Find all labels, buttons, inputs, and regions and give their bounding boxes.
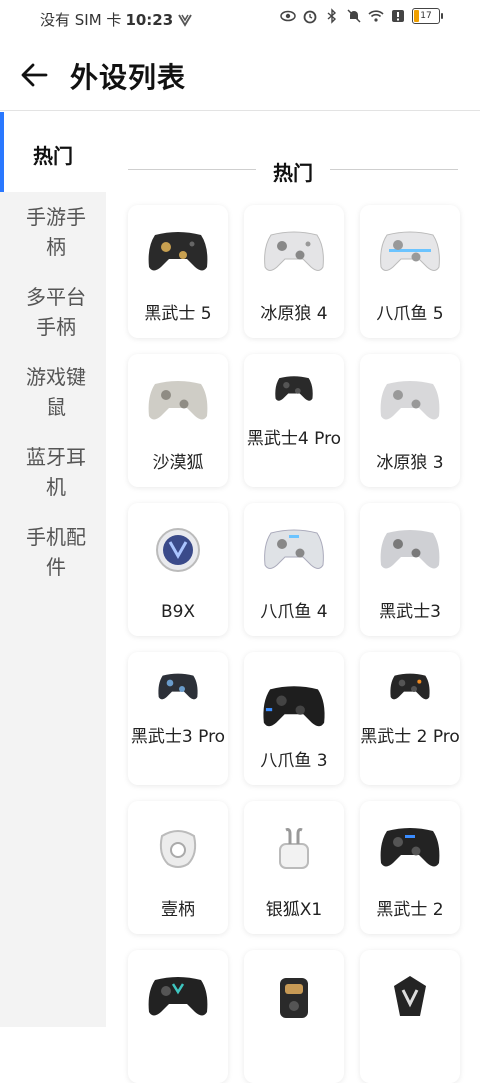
phone-grip-icon: [280, 978, 308, 1018]
product-name: 八爪鱼 4: [260, 602, 328, 622]
controller-black-gold-icon: [148, 232, 208, 271]
carrier-text: 没有 SIM 卡: [40, 11, 122, 29]
shield-logo-icon: [394, 976, 426, 1016]
product-card[interactable]: 黑武士 2 Pro: [360, 652, 460, 785]
product-name: 黑武士4 Pro: [246, 429, 342, 449]
product-name: 黑武士 2: [376, 900, 444, 920]
back-arrow-icon[interactable]: [18, 58, 52, 92]
product-card[interactable]: 沙漠狐: [128, 354, 228, 487]
category-sidebar: 热门 手游手柄 多平台手柄 游戏键鼠 蓝牙耳机 手机配件: [0, 112, 106, 1027]
controller-black-large-icon: [263, 686, 325, 727]
sidebar-item-label: 热门: [33, 144, 73, 168]
section-title: 热门: [273, 161, 313, 185]
product-card[interactable]: 黑武士3 Pro: [128, 652, 228, 785]
product-card[interactable]: 黑武士 5: [128, 205, 228, 338]
alarm-icon: [303, 10, 317, 24]
controller-gray-icon: [380, 381, 440, 420]
sidebar-item-hot[interactable]: 热门: [0, 112, 106, 192]
wifi-icon: [368, 10, 384, 22]
product-name: 冰原狼 4: [260, 304, 328, 324]
signal-off-icon: [178, 14, 192, 27]
battery-indicator: 17: [412, 8, 443, 24]
mute-icon: [347, 9, 361, 23]
eye-icon: [280, 10, 296, 22]
page-title: 外设列表: [70, 61, 187, 94]
product-card[interactable]: 冰原狼 3: [360, 354, 460, 487]
sidebar-item-mobile-gamepad[interactable]: 手游手柄: [18, 202, 94, 262]
product-card[interactable]: 黑武士3: [360, 503, 460, 636]
controller-dark-blue-icon: [158, 673, 198, 700]
product-card[interactable]: 壹柄: [128, 801, 228, 934]
sidebar-item-keyboard-mouse[interactable]: 游戏键鼠: [18, 362, 94, 422]
title-bar: 外设列表: [0, 48, 480, 104]
product-name: 银狐X1: [265, 900, 323, 920]
controller-black-teal-icon: [148, 977, 208, 1016]
product-name: 八爪鱼 3: [260, 751, 328, 771]
product-card[interactable]: 冰原狼 4: [244, 205, 344, 338]
product-name: 黑武士3: [379, 602, 441, 622]
product-name: 黑武士 5: [144, 304, 212, 324]
sidebar-item-bluetooth-earphones[interactable]: 蓝牙耳机: [18, 442, 94, 502]
controller-black-orange-icon: [390, 673, 430, 700]
product-card[interactable]: 八爪鱼 5: [360, 205, 460, 338]
section-header: 热门: [128, 154, 458, 185]
clock: 10:23: [125, 10, 174, 29]
controller-black-2-icon: [380, 828, 440, 867]
product-card[interactable]: 黑武士4 Pro: [244, 354, 344, 487]
product-card[interactable]: 银狐X1: [244, 801, 344, 934]
product-card[interactable]: 黑武士 2: [360, 801, 460, 934]
sidebar-item-multiplatform-gamepad[interactable]: 多平台手柄: [18, 282, 94, 342]
product-name: 冰原狼 3: [376, 453, 444, 473]
product-card[interactable]: [360, 950, 460, 1083]
product-card[interactable]: [244, 950, 344, 1083]
section-divider-right: [330, 169, 458, 170]
controller-white-blue-icon: [380, 231, 440, 271]
product-card[interactable]: 八爪鱼 3: [244, 652, 344, 785]
product-name: 黑武士 2 Pro: [360, 727, 460, 747]
round-gamepad-icon: [156, 528, 200, 572]
product-name: 壹柄: [161, 900, 195, 920]
alert-icon: [392, 10, 404, 22]
status-bar: 没有 SIM 卡 10:23 17: [0, 0, 480, 36]
product-card[interactable]: 八爪鱼 4: [244, 503, 344, 636]
sidebar-item-phone-accessories[interactable]: 手机配件: [18, 522, 94, 582]
product-name: 沙漠狐: [152, 453, 204, 473]
controller-beige-icon: [148, 381, 208, 420]
controller-clear-icon: [264, 529, 324, 569]
controller-silver-icon: [380, 530, 440, 569]
controller-white-icon: [264, 231, 324, 271]
product-card[interactable]: [128, 950, 228, 1083]
product-name: 黑武士3 Pro: [130, 727, 226, 747]
product-name: 八爪鱼 5: [376, 304, 444, 324]
product-card[interactable]: B9X: [128, 503, 228, 636]
header-divider: [0, 110, 480, 111]
controller-black-icon: [275, 376, 313, 401]
product-name: B9X: [160, 602, 196, 622]
bluetooth-icon: [327, 8, 337, 24]
one-hand-controller-icon: [159, 830, 197, 868]
earbuds-case-icon: [279, 828, 309, 869]
